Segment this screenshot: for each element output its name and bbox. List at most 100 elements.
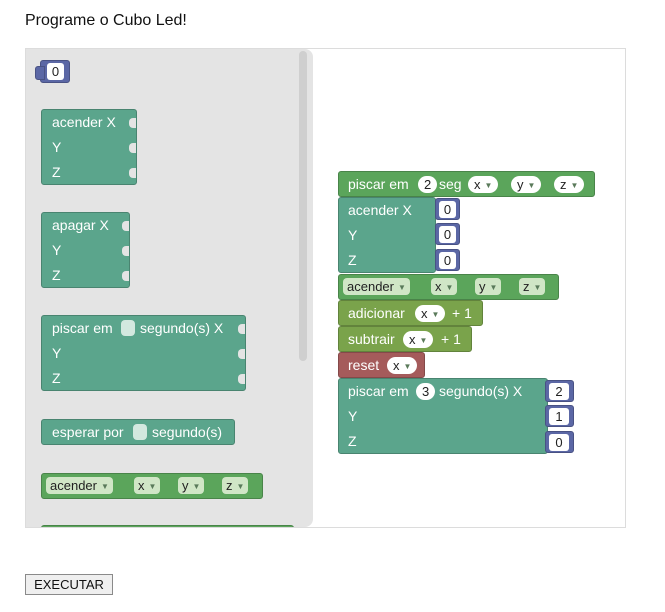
acender-y-label: Y <box>348 227 358 243</box>
var-dropdown[interactable]: x ▼ <box>403 331 434 348</box>
piscar-pre-label: piscar em <box>52 320 113 336</box>
apagar-x-label: apagar X <box>52 217 109 233</box>
number-block[interactable]: 0 <box>35 60 70 83</box>
piscar-post-label: segundo(s) X <box>439 383 523 399</box>
number-block-y[interactable]: 1 <box>545 405 574 427</box>
piscar-seg-block[interactable]: piscar em 2 seg x ▼ y ▼ z ▼ <box>338 171 595 197</box>
dropdown-label: x <box>138 478 145 493</box>
piscar-seg-post-label: seg <box>439 176 462 192</box>
piscar-pre-label: piscar em <box>348 383 409 399</box>
seconds-field[interactable]: 2 <box>418 176 438 193</box>
acender-z-label: Z <box>348 252 357 268</box>
input-notch-y <box>238 349 245 359</box>
x-dropdown[interactable]: x ▼ <box>431 278 458 295</box>
z-dropdown[interactable]: z ▼ <box>222 477 249 494</box>
y-dropdown[interactable]: y ▼ <box>475 278 502 295</box>
number-block-z[interactable]: 0 <box>545 431 574 453</box>
acender-dropdown[interactable]: acender ▼ <box>46 477 113 494</box>
var-dropdown[interactable]: x ▼ <box>415 305 446 322</box>
dropdown-label: x <box>393 358 400 373</box>
y-dropdown[interactable]: y ▼ <box>511 176 542 193</box>
dropdown-label: x <box>435 279 442 294</box>
dropdown-label: z <box>226 478 233 493</box>
y-dropdown[interactable]: y ▼ <box>178 477 205 494</box>
blockly-workspace[interactable]: 0 acender X Y Z apagar X Y Z piscar em s… <box>25 48 626 528</box>
apagar-y-label: Y <box>52 242 62 258</box>
dropdown-arrow-icon: ▼ <box>419 336 428 345</box>
number-block-x[interactable]: 2 <box>545 380 574 402</box>
input-notch-x <box>129 118 136 128</box>
dropdown-label: z <box>523 279 530 294</box>
number-block-x[interactable]: 0 <box>435 198 460 220</box>
dropdown-arrow-icon: ▼ <box>431 310 440 319</box>
dropdown-arrow-icon: ▼ <box>236 482 245 491</box>
dropdown-arrow-icon: ▼ <box>527 181 536 190</box>
execute-button[interactable]: EXECUTAR <box>25 574 113 595</box>
adicionar-block[interactable]: adicionar x ▼ + 1 <box>338 300 483 326</box>
piscar-segundos-block[interactable]: piscar em 3 segundo(s) X Y Z <box>338 378 548 454</box>
seconds-field[interactable] <box>133 424 147 440</box>
block-flyout[interactable]: 0 acender X Y Z apagar X Y Z piscar em s… <box>26 49 313 527</box>
number-field[interactable]: 0 <box>439 252 456 269</box>
acender-xyz-block[interactable]: acender X Y Z <box>41 109 137 185</box>
partial-block[interactable] <box>41 525 294 527</box>
acender-xyz-block[interactable]: acender X Y Z <box>338 197 436 273</box>
dropdown-label: x <box>409 332 416 347</box>
number-block-z[interactable]: 0 <box>435 249 460 271</box>
acender-dropdown-block[interactable]: acender ▼ x ▼ y ▼ z ▼ <box>41 473 263 499</box>
input-notch-z <box>129 168 136 178</box>
esperar-block[interactable]: esperar por segundo(s) <box>41 419 235 445</box>
dropdown-arrow-icon: ▼ <box>484 181 493 190</box>
dropdown-label: acender <box>347 279 394 294</box>
piscar-seg-pre-label: piscar em <box>348 176 409 192</box>
dropdown-arrow-icon: ▼ <box>570 181 579 190</box>
acender-x-label: acender X <box>52 114 116 130</box>
piscar-post-label: segundo(s) X <box>140 320 224 336</box>
piscar-segundos-block[interactable]: piscar em segundo(s) X Y Z <box>41 315 246 391</box>
z-dropdown[interactable]: z ▼ <box>519 278 546 295</box>
dropdown-arrow-icon: ▼ <box>533 283 542 292</box>
acender-y-label: Y <box>52 139 62 155</box>
input-notch-z <box>238 374 245 384</box>
reset-label: reset <box>348 357 380 373</box>
acender-dropdown[interactable]: acender ▼ <box>343 278 410 295</box>
piscar-y-label: Y <box>52 345 62 361</box>
subtrair-label: subtrair <box>348 331 395 347</box>
esperar-pre-label: esperar por <box>52 424 124 440</box>
seconds-field[interactable]: 3 <box>416 383 436 400</box>
dropdown-label: z <box>560 177 567 192</box>
number-field[interactable]: 1 <box>549 408 569 425</box>
number-field[interactable]: 0 <box>439 226 456 243</box>
page-title: Programe o Cubo Led! <box>25 12 187 29</box>
number-field[interactable]: 0 <box>439 201 456 218</box>
input-notch-x <box>122 221 129 231</box>
seconds-field[interactable] <box>121 320 135 336</box>
esperar-post-label: segundo(s) <box>152 424 223 440</box>
input-notch-z <box>122 271 129 281</box>
number-field[interactable]: 0 <box>47 63 64 80</box>
number-field[interactable]: 0 <box>549 434 569 451</box>
dropdown-label: y <box>479 279 486 294</box>
piscar-z-label: Z <box>52 370 61 386</box>
z-dropdown[interactable]: z ▼ <box>554 176 585 193</box>
increment-label: + 1 <box>452 305 472 321</box>
dropdown-label: y <box>517 177 524 192</box>
x-dropdown[interactable]: x ▼ <box>134 477 161 494</box>
acender-dropdown-block[interactable]: acender ▼ x ▼ y ▼ z ▼ <box>338 274 559 300</box>
number-field[interactable]: 2 <box>549 383 569 400</box>
reset-block[interactable]: reset x ▼ <box>338 352 425 378</box>
x-dropdown[interactable]: x ▼ <box>468 176 499 193</box>
flyout-scrollbar[interactable] <box>299 51 307 361</box>
var-dropdown[interactable]: x ▼ <box>387 357 418 374</box>
increment-label: + 1 <box>441 331 461 347</box>
dropdown-label: x <box>474 177 481 192</box>
acender-z-label: Z <box>52 164 61 180</box>
apagar-xyz-block[interactable]: apagar X Y Z <box>41 212 130 288</box>
number-block-y[interactable]: 0 <box>435 223 460 245</box>
subtrair-block[interactable]: subtrair x ▼ + 1 <box>338 326 472 352</box>
input-notch-x <box>238 324 245 334</box>
adicionar-label: adicionar <box>348 305 405 321</box>
dropdown-label: y <box>182 478 189 493</box>
acender-x-label: acender X <box>348 202 412 218</box>
piscar-y-label: Y <box>348 408 358 424</box>
